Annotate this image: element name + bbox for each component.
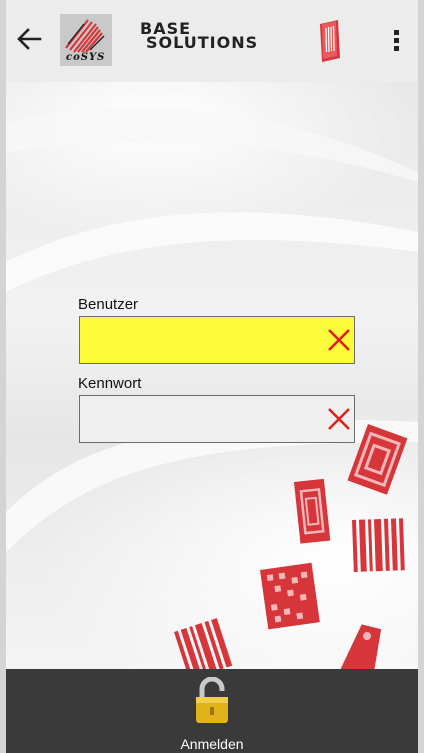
username-input[interactable]	[80, 317, 326, 363]
clear-username-icon[interactable]	[326, 327, 352, 353]
password-input[interactable]	[80, 396, 326, 442]
cosys-logo-text: coSYS	[66, 52, 106, 63]
cosys-logo: coSYS	[60, 14, 112, 66]
unlocked-padlock-icon	[196, 677, 228, 723]
login-content: Benutzer Kennwort	[6, 82, 418, 669]
login-button[interactable]: Anmelden	[162, 669, 262, 753]
password-label: Kennwort	[78, 375, 142, 392]
password-field	[79, 395, 355, 443]
app-bar: coSYS BASE SOLUTIONS	[6, 0, 418, 82]
username-label: Benutzer	[78, 296, 139, 313]
brand-wordmark: BASE SOLUTIONS	[136, 21, 259, 52]
overflow-menu-icon[interactable]	[390, 24, 404, 58]
username-field	[79, 316, 355, 364]
barcode-book-icon[interactable]	[316, 18, 344, 64]
login-label: Anmelden	[180, 736, 244, 752]
back-arrow-icon[interactable]	[12, 22, 46, 56]
clear-password-icon[interactable]	[326, 406, 352, 432]
bottom-action-bar: Anmelden	[6, 669, 418, 753]
brand-line-2: SOLUTIONS	[146, 33, 259, 52]
app-screen: coSYS BASE SOLUTIONS Benutzer Kennwort A…	[6, 0, 418, 753]
